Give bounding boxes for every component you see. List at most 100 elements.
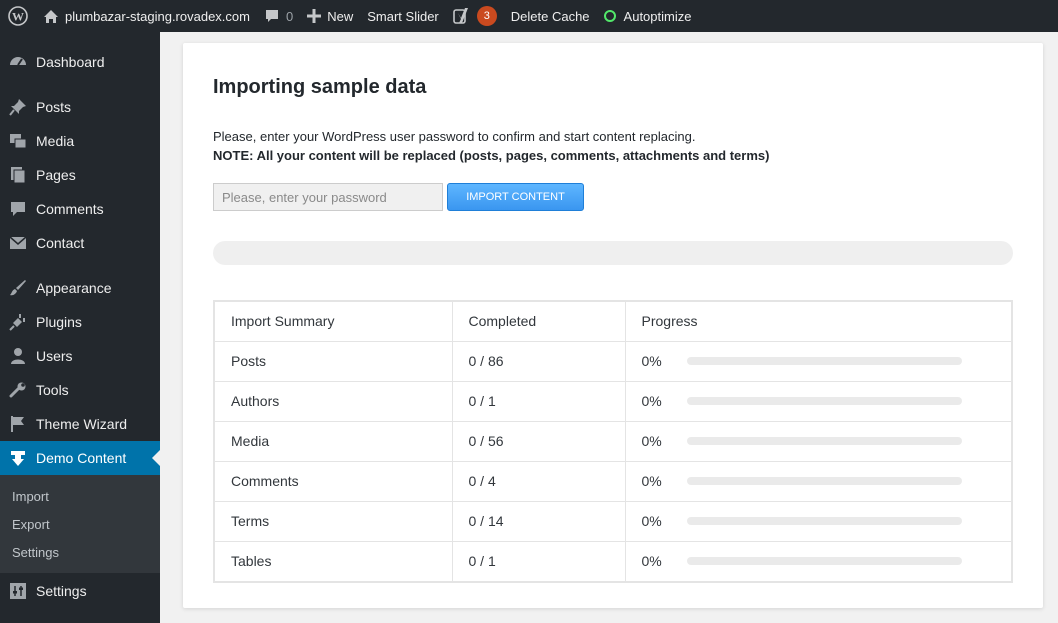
svg-text:W: W [12,10,24,24]
row-name: Tables [213,540,453,582]
delete-cache-label: Delete Cache [510,8,590,24]
password-input[interactable] [213,183,443,211]
sidebar-item-contact[interactable]: Contact [0,226,160,260]
sidebar-item-settings[interactable]: Settings [0,574,160,608]
comment-icon [0,200,36,218]
sidebar-item-pages[interactable]: Pages [0,158,160,192]
row-completed: 0 / 4 [451,460,626,502]
sidebar-item-demo-content[interactable]: Demo Content [0,441,160,475]
sidebar-item-label: Plugins [36,314,82,330]
row-progress-bar [686,517,962,525]
sidebar-item-label: Contact [36,235,85,251]
row-progress-cell: 0% [624,540,1013,582]
import-panel: Importing sample data Please, enter your… [183,43,1043,608]
wordpress-logo-icon[interactable]: W [0,0,36,32]
table-body: Posts 0 / 86 0% Authors 0 / 1 0% Media 0 / 56 0%… [213,340,1013,582]
sidebar-item-comments[interactable]: Comments [0,192,160,226]
admin-bar: W plumbazar-staging.rovadex.com 0 New Sm… [0,0,1058,32]
warning-note: NOTE: All your content will be replaced … [213,148,770,163]
row-progress-bar [686,477,962,485]
sidebar-item-label: Settings [36,583,87,599]
pin-icon [0,98,36,116]
brush-icon [0,279,36,297]
column-header: Completed [451,300,626,342]
autoptimize-label: Autoptimize [623,8,692,24]
dashboard-icon [0,53,36,71]
submenu-item-export[interactable]: Export [12,517,50,532]
row-progress-bar [686,357,962,365]
flag-icon [0,415,36,433]
row-percent: 0% [641,513,662,529]
mail-icon [0,234,36,252]
row-name: Media [213,420,453,462]
overall-progress-bar [213,241,1013,265]
media-icon [0,132,36,150]
row-progress-cell: 0% [624,340,1013,382]
sidebar-item-theme-wizard[interactable]: Theme Wizard [0,407,160,441]
new-label: New [327,8,354,24]
row-completed: 0 / 1 [451,380,626,422]
row-name: Authors [213,380,453,422]
demo-content-submenu: Import Export Settings [0,475,160,573]
sidebar-item-tools[interactable]: Tools [0,373,160,407]
sidebar-item-label: Comments [36,201,104,217]
status-circle-icon [603,10,616,22]
comment-bubble-icon [264,8,280,24]
smart-slider-link[interactable]: Smart Slider [360,0,446,32]
pages-icon [0,166,36,184]
row-name: Posts [213,340,453,382]
row-completed: 0 / 1 [451,540,626,582]
sidebar-item-plugins[interactable]: Plugins [0,305,160,339]
row-percent: 0% [641,393,662,409]
comments-count: 0 [285,8,294,24]
home-icon [43,9,59,24]
submenu-item-settings[interactable]: Settings [12,545,59,560]
sidebar-item-label: Appearance [36,280,112,296]
row-name: Terms [213,500,453,542]
row-name: Comments [213,460,453,502]
plug-icon [0,313,36,331]
comments-link[interactable]: 0 [257,0,300,32]
row-completed: 0 / 14 [451,500,626,542]
row-percent: 0% [641,353,662,369]
sidebar-item-users[interactable]: Users [0,339,160,373]
download-icon [0,449,36,467]
sidebar-item-label: Theme Wizard [36,416,128,432]
row-progress-bar [686,397,962,405]
admin-sidebar: Dashboard Posts Media Pages Comments Con… [0,32,160,623]
delete-cache-link[interactable]: Delete Cache [504,0,597,32]
table-row: Posts 0 / 86 0% [213,340,1013,382]
row-progress-bar [686,557,962,565]
row-progress-cell: 0% [624,420,1013,462]
submenu-item-import[interactable]: Import [12,489,49,504]
row-completed: 0 / 86 [451,340,626,382]
site-name-link[interactable]: plumbazar-staging.rovadex.com [36,0,257,32]
sidebar-item-label: Posts [36,99,72,115]
plus-icon [307,9,322,23]
seo-menu[interactable]: 3 [446,0,504,32]
table-header-row: Import Summary Completed Progress [213,300,1013,342]
column-header: Import Summary [213,300,453,342]
autoptimize-link[interactable]: Autoptimize [597,0,699,32]
table-row: Media 0 / 56 0% [213,420,1013,462]
page-title: Importing sample data [213,76,427,98]
sidebar-item-label: Media [36,133,75,149]
import-summary-table: Import Summary Completed Progress Posts 0… [213,300,1013,583]
seo-notification-badge: 3 [476,6,497,26]
sidebar-item-label: Pages [36,167,76,183]
sidebar-item-appearance[interactable]: Appearance [0,271,160,305]
row-percent: 0% [641,553,662,569]
row-percent: 0% [641,473,662,489]
row-progress-cell: 0% [624,500,1013,542]
new-content-link[interactable]: New [300,0,360,32]
sidebar-item-posts[interactable]: Posts [0,90,160,124]
sidebar-item-dashboard[interactable]: Dashboard [0,45,160,79]
sidebar-item-media[interactable]: Media [0,124,160,158]
table-row: Authors 0 / 1 0% [213,380,1013,422]
sidebar-item-label: Tools [36,382,69,398]
smart-slider-label: Smart Slider [367,8,439,24]
sidebar-item-label: Dashboard [36,54,105,70]
sidebar-item-label: Demo Content [36,450,127,466]
import-content-button[interactable]: Import content [447,183,584,211]
table-row: Tables 0 / 1 0% [213,540,1013,582]
